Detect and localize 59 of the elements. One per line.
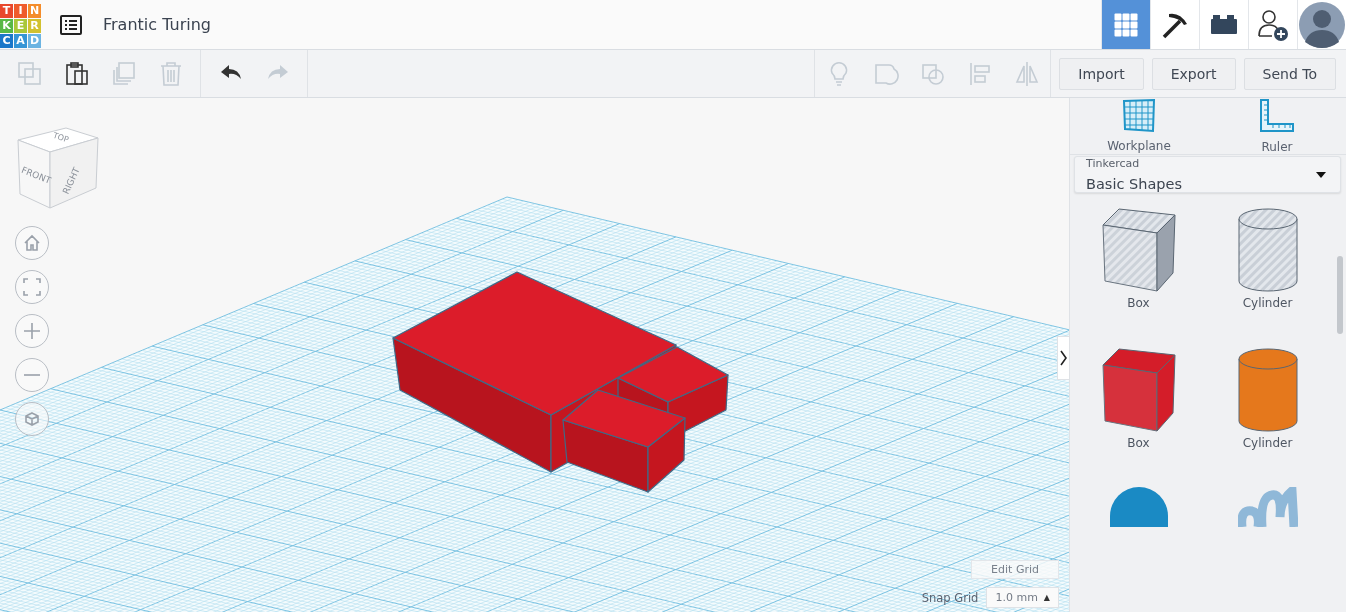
zoom-in-icon: [23, 322, 41, 340]
snap-grid-select[interactable]: 1.0 mm ▲: [986, 587, 1059, 608]
grid-icon: [1114, 12, 1138, 37]
profile-button[interactable]: [1297, 0, 1346, 49]
shape-label: Box: [1127, 436, 1150, 450]
logo-tile: R: [28, 18, 41, 33]
view-tab[interactable]: [1199, 0, 1248, 49]
perspective-cube-icon: [23, 410, 41, 428]
add-user-icon: [1256, 7, 1290, 42]
collapse-panel-button[interactable]: [1057, 336, 1069, 380]
home-icon: [23, 234, 41, 252]
shape-item[interactable]: Cylinder: [1203, 347, 1332, 479]
logo-tile: C: [0, 33, 13, 48]
shape-label: Cylinder: [1242, 296, 1293, 310]
snap-grid-label: Snap Grid: [921, 590, 979, 605]
action-button[interactable]: Import: [1059, 57, 1144, 90]
copy-icon: [16, 60, 43, 87]
action-button[interactable]: Send To: [1243, 57, 1336, 90]
logo-tile: E: [14, 18, 27, 33]
logo-tile: I: [14, 3, 27, 18]
avatar-silhouette: [1299, 1, 1345, 48]
brick-icon: [1210, 13, 1238, 36]
fit-button[interactable]: [15, 270, 49, 304]
zoom-in-button[interactable]: [15, 314, 49, 348]
home-button[interactable]: [15, 226, 49, 260]
scrollbar-thumb[interactable]: [1337, 256, 1343, 334]
logo-tile: A: [14, 33, 27, 48]
list-icon: [60, 14, 82, 35]
edit-grid-button[interactable]: Edit Grid: [971, 560, 1059, 579]
shape-item[interactable]: Cylinder: [1203, 207, 1332, 339]
workplane-grid-icon: [1122, 99, 1156, 133]
ruler-tool[interactable]: Ruler: [1208, 98, 1346, 154]
view-tab[interactable]: [1150, 0, 1199, 49]
design-title[interactable]: Frantic Turing: [103, 15, 211, 34]
caret-down-icon: [1316, 171, 1326, 178]
logo-tile: T: [0, 3, 13, 18]
library-source: Tinkercad: [1086, 157, 1141, 170]
shape-item[interactable]: Box: [1074, 347, 1203, 479]
mirror-icon: [1013, 60, 1040, 87]
perspective-button[interactable]: [15, 402, 49, 436]
action-button[interactable]: Export: [1151, 57, 1236, 90]
workplane-tool[interactable]: Workplane: [1070, 98, 1208, 154]
chevron-right-icon: [1060, 350, 1067, 366]
duplicate-icon: [110, 60, 137, 87]
logo-tile: D: [28, 33, 41, 48]
library-select[interactable]: Tinkercad Basic Shapes: [1074, 156, 1341, 193]
shape-label: Box: [1127, 296, 1150, 310]
invite-button[interactable]: [1248, 0, 1297, 49]
shape-item[interactable]: Box: [1074, 207, 1203, 339]
fit-view-icon: [23, 278, 41, 296]
caret-icon: ▲: [1043, 593, 1050, 602]
cube-face-label: TOP: [51, 130, 70, 145]
view-cube[interactable]: [17, 127, 99, 209]
clipboard-icon: [63, 60, 90, 87]
logo-tile: N: [28, 3, 41, 18]
logo-tile: K: [0, 18, 13, 33]
shape-label: Cylinder: [1242, 436, 1293, 450]
library-name: Basic Shapes: [1086, 176, 1182, 192]
zoom-out-button[interactable]: [15, 358, 49, 392]
